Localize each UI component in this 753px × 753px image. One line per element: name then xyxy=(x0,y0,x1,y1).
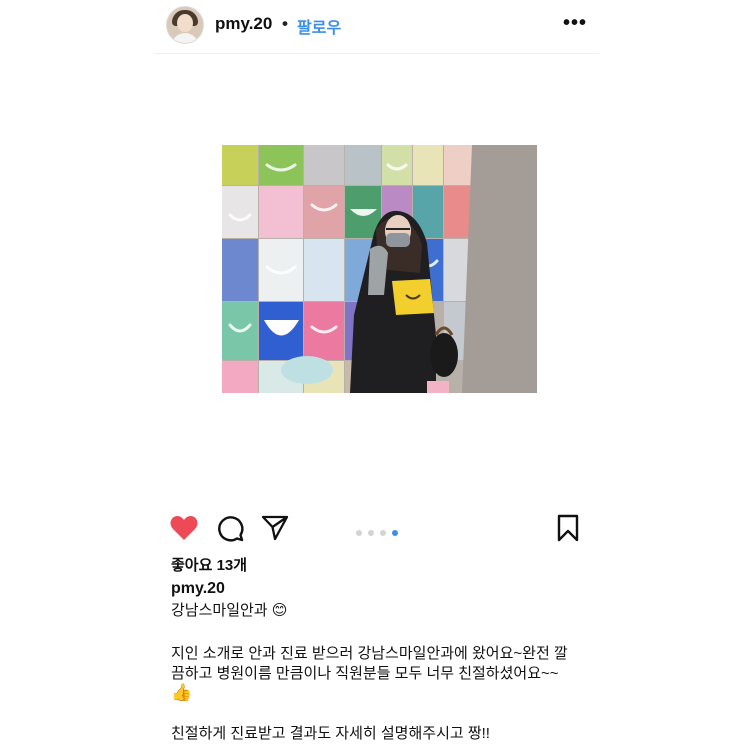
thumbs-up-emoji: 👍 xyxy=(171,683,193,702)
bookmark-icon[interactable] xyxy=(557,514,579,542)
carousel-dot-active xyxy=(392,530,398,536)
action-bar xyxy=(0,510,753,546)
header-divider xyxy=(155,53,598,54)
caption-line: 끔하고 병원이름 만큼이나 직원분들 모두 너무 친절하셨어요~~ xyxy=(171,665,559,682)
carousel-dot xyxy=(380,530,386,536)
caption-username[interactable]: pmy.20 xyxy=(171,580,225,598)
carousel-dot xyxy=(356,530,362,536)
post-photo[interactable] xyxy=(222,145,537,393)
send-icon[interactable] xyxy=(261,515,289,541)
avatar[interactable] xyxy=(166,6,204,44)
username-link[interactable]: pmy.20 xyxy=(215,14,272,34)
likes-count[interactable]: 좋아요 13개 xyxy=(171,554,247,575)
comment-icon[interactable] xyxy=(216,514,244,542)
caption-line: 지인 소개로 안과 진료 받으러 강남스마일안과에 왔어요~완전 깔 xyxy=(171,645,568,662)
separator-dot: • xyxy=(282,14,288,33)
caption-title: 강남스마일안과 😊 xyxy=(171,602,288,619)
more-icon[interactable]: ••• xyxy=(563,12,587,35)
post-header: pmy.20 • 팔로우 ••• xyxy=(0,0,753,52)
caption-line: 친절하게 진료받고 결과도 자세히 설명해주시고 짱!! xyxy=(171,725,490,742)
follow-button[interactable]: 팔로우 xyxy=(297,14,341,38)
carousel-indicator xyxy=(356,523,404,541)
carousel-dot xyxy=(368,530,374,536)
post-photo-image xyxy=(222,145,537,393)
heart-icon[interactable] xyxy=(170,515,198,541)
